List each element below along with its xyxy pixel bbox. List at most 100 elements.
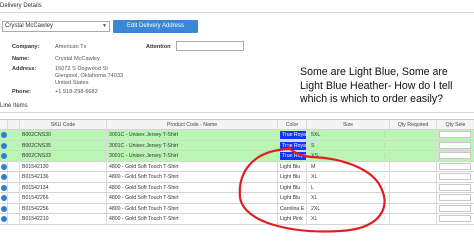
table-row[interactable]: B002CNS35 3001C - Unisex Jersey T-Shirt Tr… — [0, 140, 474, 151]
row-marker-cell — [0, 151, 8, 161]
qty-selected-input[interactable] — [439, 141, 471, 149]
row-marker-cell — [0, 161, 8, 171]
column-header-qty-required[interactable]: Qty Required — [390, 120, 437, 129]
qty-selected-cell[interactable] — [437, 141, 474, 151]
color-value: True Roya — [280, 152, 307, 160]
row-dot-icon — [1, 184, 7, 191]
qty-selected-cell[interactable] — [437, 130, 474, 140]
qty-selected-input[interactable] — [439, 131, 471, 138]
table-row[interactable]: B01542210 4800 - Gold Soft Touch T-Shirt L… — [0, 214, 474, 225]
column-header-size[interactable]: Size — [307, 120, 390, 129]
qty-selected-cell[interactable] — [437, 204, 474, 214]
customer-select[interactable]: Crystal McCawley ▼ — [2, 21, 110, 32]
column-header-color[interactable]: Color — [278, 120, 307, 129]
qty-selected-cell[interactable] — [437, 193, 474, 203]
more-dots-icon[interactable]: ⋮ — [382, 141, 387, 151]
name-label: Name: — [12, 56, 30, 62]
row-select-cell[interactable] — [8, 130, 20, 140]
row-select-cell[interactable] — [8, 214, 20, 224]
qty-selected-input[interactable] — [439, 215, 471, 222]
qty-selected-cell[interactable] — [437, 162, 474, 172]
row-marker-cell — [0, 193, 8, 203]
color-value: Light Blu — [280, 195, 301, 201]
row-dot-icon — [1, 163, 7, 170]
qty-selected-input[interactable] — [439, 162, 471, 170]
qty-required-cell — [390, 172, 437, 182]
size-cell: XS ⋮ — [307, 151, 390, 161]
sku-value: B01542210 — [22, 216, 49, 222]
size-cell: 2XL ⋮ — [307, 203, 390, 214]
product-cell: 4800 - Gold Soft Touch T-Shirt — [107, 161, 278, 171]
row-select-cell[interactable] — [8, 182, 20, 192]
table-row[interactable]: B01542256 4800 - Gold Soft Touch T-Shirt C… — [0, 203, 474, 214]
annotation-text: Some are Light Blue, Some are Light Blue… — [300, 66, 453, 105]
delivery-details-title: Delivery Details — [0, 3, 42, 9]
row-marker-cell — [0, 140, 8, 150]
table-row[interactable]: B01542134 4800 - Gold Soft Touch T-Shirt L… — [0, 182, 474, 193]
row-marker-cell — [0, 130, 8, 140]
table-row[interactable]: B002CNS33 3001C - Unisex Jersey T-Shirt Tr… — [0, 151, 474, 162]
more-dots-icon[interactable]: ⋮ — [382, 162, 387, 172]
product-cell: 4800 - Gold Soft Touch T-Shirt — [107, 193, 278, 203]
qty-selected-cell[interactable] — [437, 183, 474, 193]
sku-cell: B01542136 — [20, 172, 107, 182]
product-cell: 3001C - Unisex Jersey T-Shirt — [107, 130, 278, 140]
size-value: M — [311, 163, 316, 170]
qty-selected-cell[interactable] — [437, 214, 474, 224]
qty-required-cell — [390, 130, 437, 140]
qty-selected-cell[interactable] — [437, 172, 474, 182]
row-select-cell[interactable] — [8, 140, 20, 150]
size-value: XS — [311, 153, 318, 159]
column-header-qty-selected[interactable]: Qty Sele — [437, 120, 474, 129]
qty-selected-input[interactable] — [439, 152, 471, 159]
row-select-cell[interactable] — [8, 161, 20, 171]
column-header-product[interactable]: Product Code - Name — [107, 120, 278, 129]
sku-value: B01542256 — [22, 205, 49, 212]
more-dots-icon[interactable]: ⋮ — [382, 183, 387, 193]
delivery-divider — [0, 12, 474, 13]
color-cell: Light Blu — [278, 182, 307, 192]
table-row[interactable]: B01542130 4800 - Gold Soft Touch T-Shirt L… — [0, 161, 474, 172]
row-select-cell[interactable] — [8, 151, 20, 161]
table-row[interactable]: B002CNS30 3001C - Unisex Jersey T-Shirt Tr… — [0, 130, 474, 141]
header-select-all[interactable] — [8, 120, 20, 129]
row-select-cell[interactable] — [8, 193, 20, 203]
size-cell: L ⋮ — [307, 182, 390, 193]
row-marker-cell — [0, 182, 8, 192]
table-row[interactable]: B01542136 4800 - Gold Soft Touch T-Shirt L… — [0, 172, 474, 183]
attention-label: Attention — [146, 44, 171, 50]
row-select-cell[interactable] — [8, 172, 20, 182]
row-select-cell[interactable] — [8, 203, 20, 213]
sku-value: B01542266 — [22, 195, 49, 201]
address-label: Address: — [12, 66, 37, 72]
more-dots-icon[interactable]: ⋮ — [382, 151, 387, 161]
row-dot-icon — [1, 205, 7, 212]
product-cell: 3001C - Unisex Jersey T-Shirt — [107, 140, 278, 150]
qty-selected-input[interactable] — [439, 183, 471, 191]
qty-required-cell — [390, 182, 437, 192]
qty-selected-input[interactable] — [439, 204, 471, 212]
column-header-sku[interactable]: SKU Code — [20, 120, 107, 129]
qty-selected-input[interactable] — [439, 194, 471, 201]
more-dots-icon[interactable]: ⋮ — [382, 214, 387, 224]
customer-select-value: Crystal McCawley — [5, 23, 54, 29]
color-cell: True Roya — [278, 140, 307, 150]
color-value: Light Blu — [280, 174, 301, 180]
edit-delivery-address-button[interactable]: Edit Delivery Address — [113, 20, 198, 33]
attention-input[interactable] — [176, 41, 244, 51]
size-value: 5XL — [311, 132, 321, 138]
color-value: Light Blu — [280, 163, 301, 170]
more-dots-icon[interactable]: ⋮ — [382, 130, 387, 140]
sku-value: B01542130 — [22, 163, 49, 170]
sku-value: B01542134 — [22, 184, 49, 191]
qty-selected-input[interactable] — [439, 173, 471, 180]
table-row[interactable]: B01542266 4800 - Gold Soft Touch T-Shirt L… — [0, 193, 474, 204]
qty-required-cell — [390, 193, 437, 203]
qty-selected-cell[interactable] — [437, 151, 474, 161]
size-value: XL — [311, 195, 318, 201]
more-dots-icon[interactable]: ⋮ — [382, 204, 387, 214]
more-dots-icon[interactable]: ⋮ — [382, 172, 387, 182]
more-dots-icon[interactable]: ⋮ — [382, 193, 387, 203]
color-value: True Roya — [280, 141, 307, 150]
product-value: 4800 - Gold Soft Touch T-Shirt — [109, 174, 179, 180]
